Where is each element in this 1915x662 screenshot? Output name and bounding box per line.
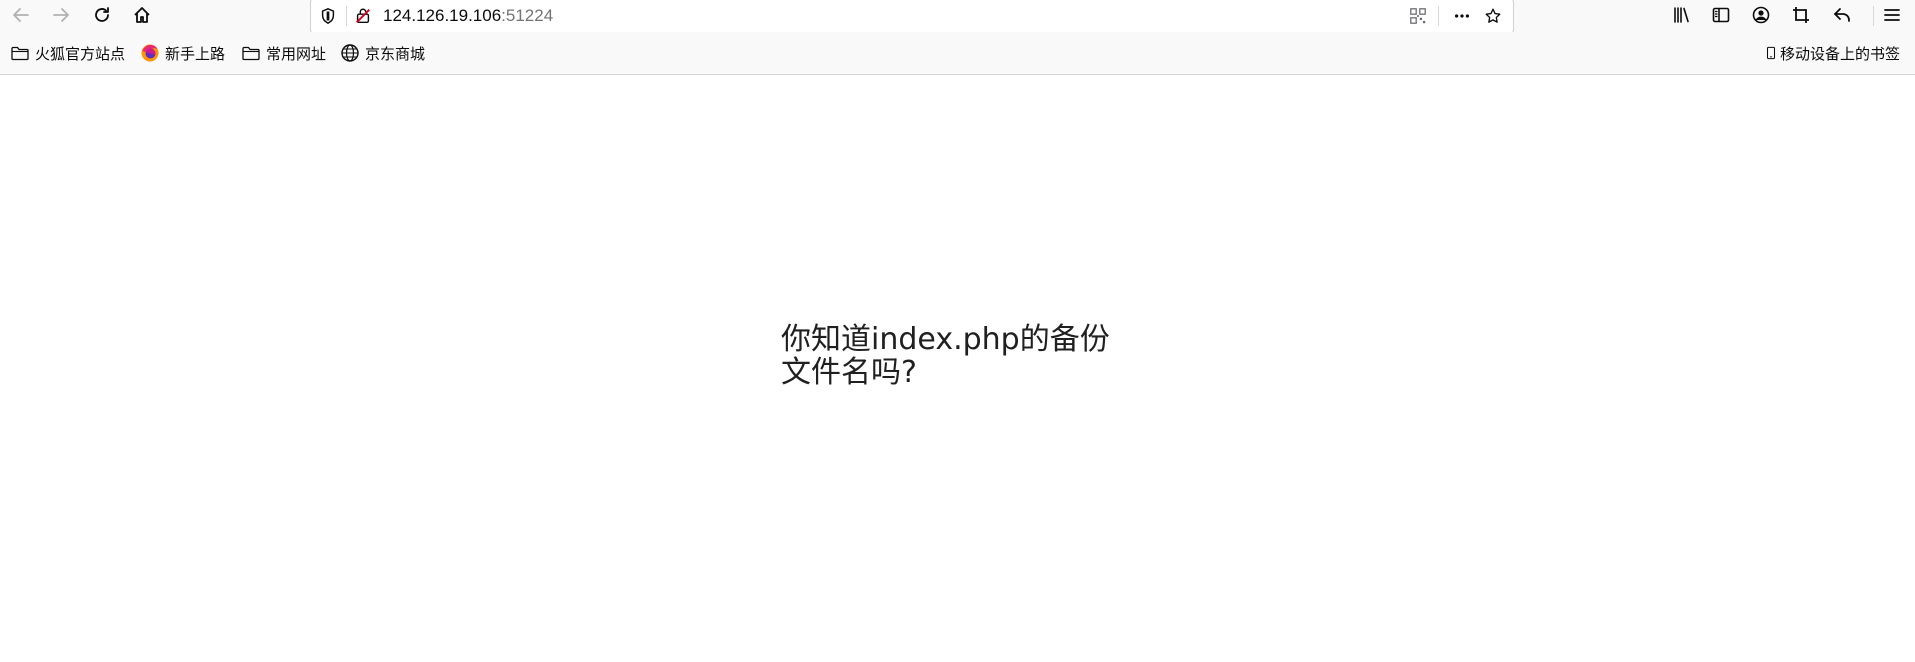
- sidebar-button[interactable]: [1706, 1, 1736, 29]
- bookmark-label: 京东商城: [365, 44, 426, 63]
- url-host: 124.126.19.106: [383, 6, 502, 25]
- screenshot-button[interactable]: [1786, 1, 1816, 29]
- undo-icon: [1834, 8, 1850, 22]
- globe-icon: [341, 44, 359, 62]
- sidebar-icon: [1712, 7, 1730, 23]
- bookmark-item-jd-mall[interactable]: 京东商城: [340, 41, 425, 65]
- account-button[interactable]: [1746, 1, 1776, 29]
- url-port: :51224: [501, 6, 554, 25]
- page-message: 你知道index.php的备份文件名吗?: [781, 322, 1110, 390]
- qr-code-icon[interactable]: [1408, 6, 1428, 26]
- mobile-device-icon: [1766, 46, 1776, 60]
- bookmark-star-icon[interactable]: [1483, 6, 1503, 26]
- insecure-connection-icon[interactable]: [353, 6, 373, 26]
- reload-button[interactable]: [87, 1, 117, 29]
- bookmark-item-getting-started[interactable]: 新手上路: [140, 41, 225, 65]
- home-icon: [134, 7, 150, 23]
- library-button[interactable]: [1666, 1, 1696, 29]
- url-bar[interactable]: 124.126.19.106:51224: [310, 0, 1514, 33]
- home-button[interactable]: [127, 1, 157, 29]
- menu-button[interactable]: [1877, 1, 1907, 29]
- bookmark-label: 新手上路: [165, 44, 226, 63]
- reload-icon: [95, 7, 109, 22]
- bookmark-label: 常用网址: [266, 44, 327, 63]
- bookmark-label: 火狐官方站点: [35, 44, 126, 63]
- forward-arrow-icon: [53, 8, 69, 22]
- library-icon: [1674, 7, 1689, 23]
- mobile-bookmarks[interactable]: 移动设备上的书签: [1764, 41, 1900, 65]
- toolbar-separator: [1873, 6, 1874, 26]
- back-arrow-icon: [13, 8, 29, 22]
- url-separator-right: [1438, 6, 1439, 26]
- menu-icon: [1884, 9, 1900, 21]
- folder-icon: [242, 46, 260, 61]
- folder-icon: [11, 46, 29, 61]
- forward-button[interactable]: [46, 1, 76, 29]
- bookmarks-toolbar: 火狐官方站点 新手上路 常用网址 京东商城 移动设备上的书签: [0, 32, 1915, 75]
- firefox-icon: [141, 44, 159, 62]
- back-button[interactable]: [6, 1, 36, 29]
- undo-button[interactable]: [1827, 1, 1857, 29]
- tracking-protection-shield-icon[interactable]: [318, 6, 338, 26]
- nav-toolbar: 124.126.19.106:51224: [0, 0, 1915, 33]
- bookmark-item-common-sites[interactable]: 常用网址: [241, 41, 326, 65]
- url-text[interactable]: 124.126.19.106:51224: [383, 5, 553, 27]
- page-actions-menu-icon[interactable]: [1452, 6, 1472, 26]
- url-separator: [346, 6, 347, 26]
- mobile-bookmarks-label: 移动设备上的书签: [1780, 44, 1901, 63]
- bookmark-item-firefox-official[interactable]: 火狐官方站点: [10, 41, 125, 65]
- account-icon: [1752, 6, 1770, 24]
- screenshot-icon: [1793, 7, 1809, 23]
